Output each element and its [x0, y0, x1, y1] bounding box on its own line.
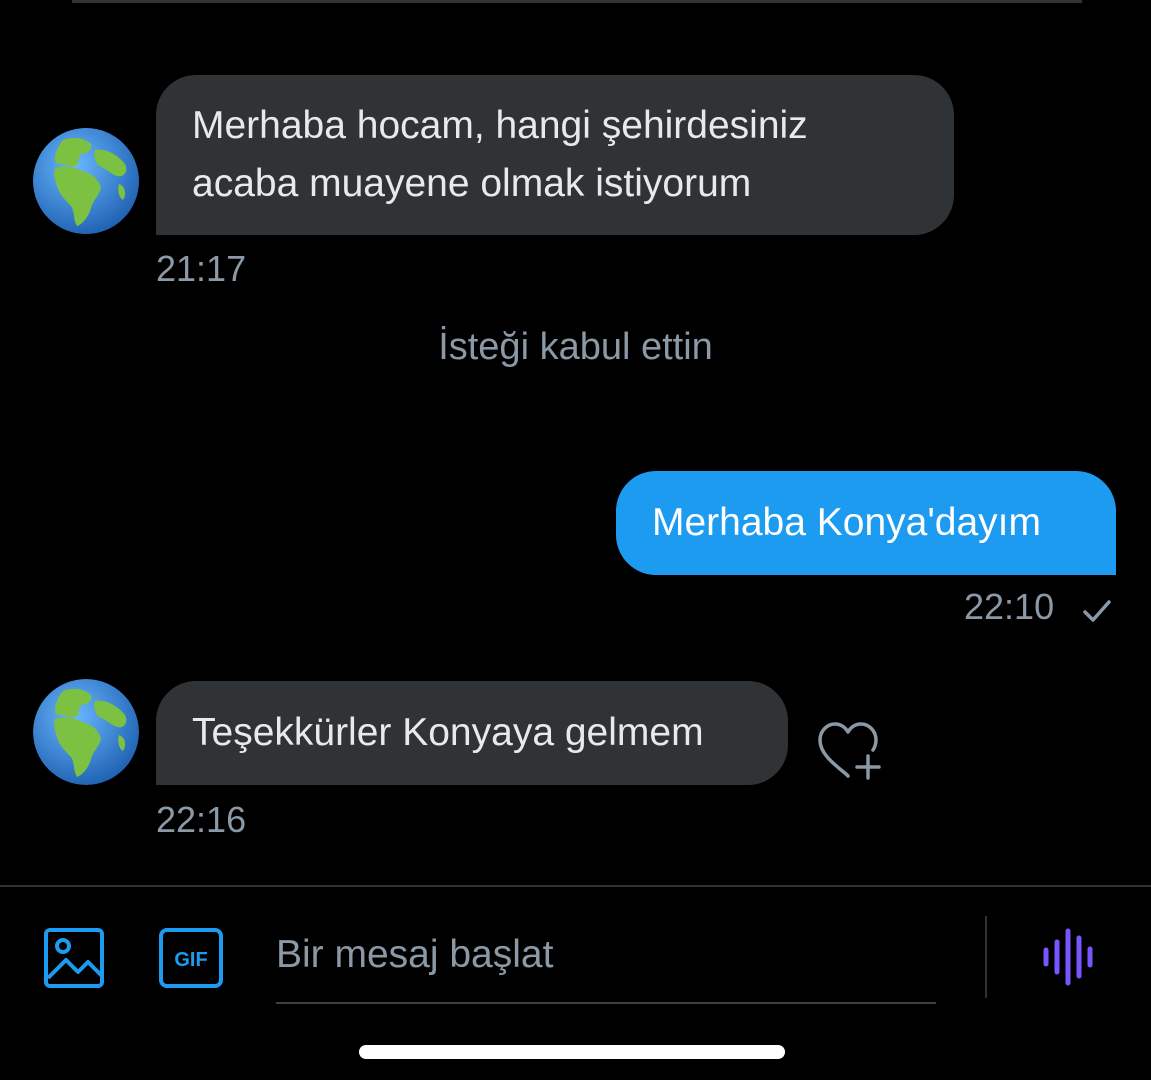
globe-icon [33, 679, 139, 785]
gif-label: GIF [174, 949, 207, 971]
message-timestamp: 22:16 [156, 799, 247, 840]
message-text: Merhaba Konya'dayım [652, 501, 1041, 544]
voice-message-icon[interactable] [1040, 928, 1098, 986]
sender-avatar[interactable] [33, 679, 139, 785]
message-bubble-incoming[interactable]: Merhaba hocam, hangi şehirdesiniz acaba … [156, 75, 954, 235]
message-bubble-incoming[interactable]: Teşekkürler Konyaya gelmem [156, 681, 788, 785]
heart-plus-icon[interactable] [812, 716, 884, 784]
sent-check-icon [1083, 600, 1111, 622]
message-input[interactable] [276, 918, 936, 1004]
sender-avatar[interactable] [33, 128, 139, 234]
request-accepted-note: İsteği kabul ettin [438, 326, 713, 368]
message-line: Merhaba hocam, hangi şehirdesiniz [192, 104, 808, 147]
message-bubble-outgoing[interactable]: Merhaba Konya'dayım [616, 471, 1116, 575]
compose-vertical-divider [985, 916, 987, 998]
compose-divider [0, 885, 1151, 887]
image-icon[interactable] [42, 926, 106, 990]
gif-icon[interactable]: GIF [158, 927, 224, 989]
globe-icon [33, 128, 139, 234]
message-text: Teşekkürler Konyaya gelmem [192, 711, 704, 754]
message-line: acaba muayene olmak istiyorum [192, 162, 752, 205]
top-divider [72, 0, 1082, 3]
message-timestamp: 22:10 [964, 586, 1055, 627]
home-indicator[interactable] [359, 1045, 785, 1059]
message-timestamp: 21:17 [156, 248, 247, 289]
